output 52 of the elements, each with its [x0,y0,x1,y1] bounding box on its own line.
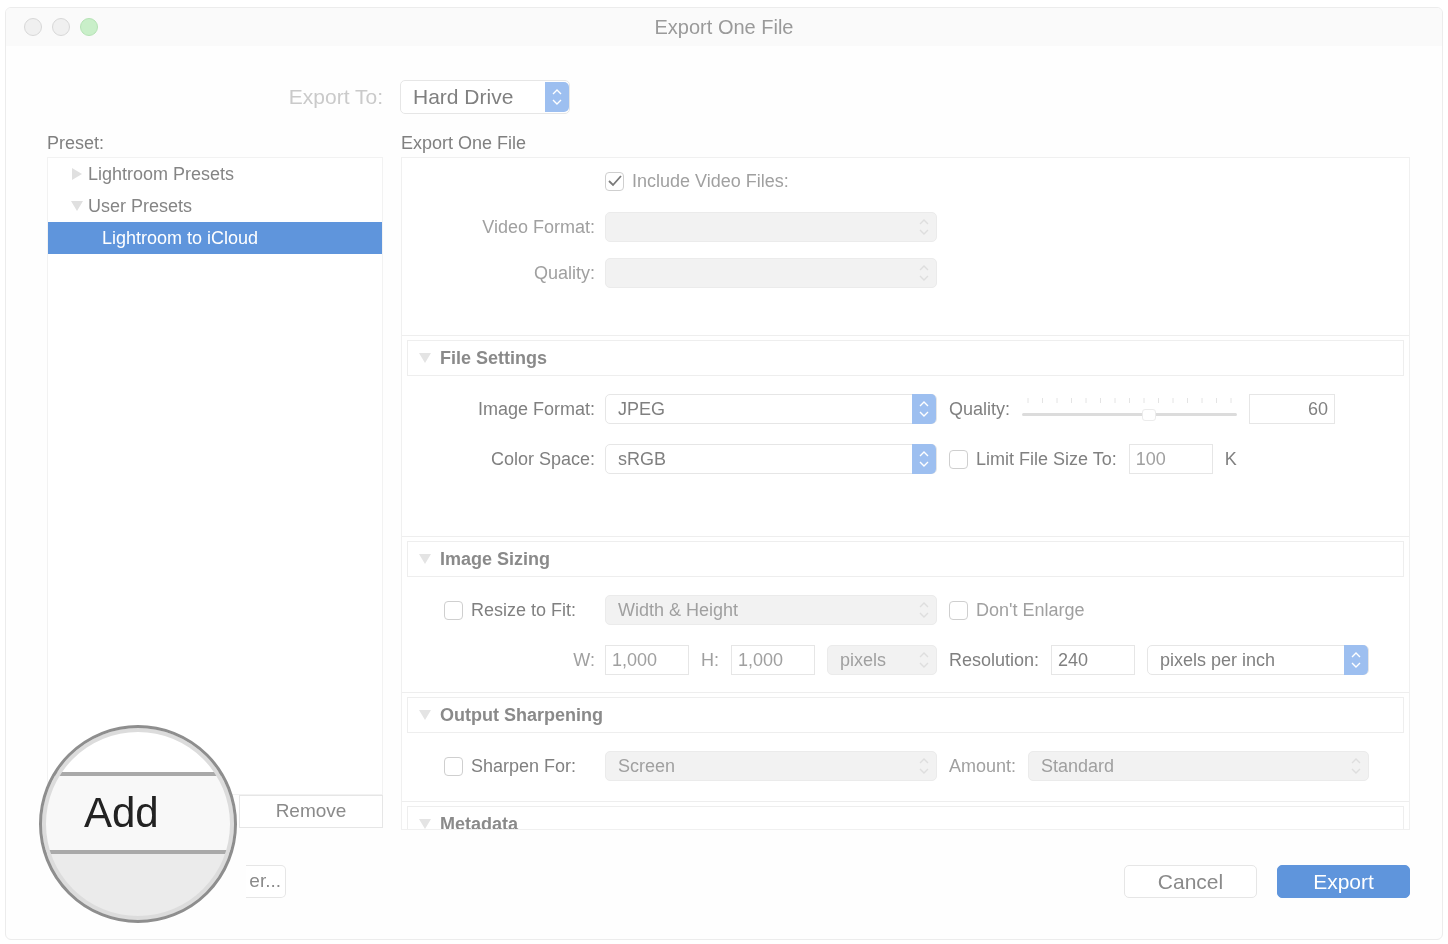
zoom-window-icon[interactable] [80,18,98,36]
section-label: Preset: [47,132,106,155]
field-label: Image Format: [477,397,595,421]
slider-thumb[interactable] [1141,409,1156,421]
checkbox[interactable] [949,449,968,469]
checkbox-label: Resize to Fit: [471,598,577,622]
checkbox-label: Include Video Files: [632,169,789,193]
expanded-triangle-icon [418,351,432,365]
collapsed-triangle-icon [70,167,84,181]
tree-item[interactable]: User Presets [48,190,382,222]
tree-item[interactable]: Lightroom Presets [48,158,382,190]
section-header[interactable]: File Settings [407,340,1404,376]
checkbox-label: Limit File Size To: [976,447,1117,471]
remove-button[interactable]: Remove [239,795,383,828]
close-window-icon[interactable] [24,18,42,36]
section-header[interactable]: Image Sizing [407,541,1404,577]
field-label: Amount: [949,754,1017,778]
manager-button[interactable]: er... [246,865,286,898]
checkbox-label: Don't Enlarge [976,598,1085,622]
checkbox[interactable] [444,600,463,620]
tree-item[interactable]: Lightroom to iCloud [48,222,382,254]
section-label: Export One File [401,132,528,155]
add-button[interactable]: Add [84,792,159,834]
popup-menu[interactable]: sRGB [605,444,937,474]
unit-label: K [1224,447,1237,471]
text-field[interactable]: 240 [1051,645,1136,675]
field-label: Resolution: [949,648,1040,672]
popup-menu[interactable]: Hard Drive [400,80,570,114]
checkbox[interactable] [444,756,463,776]
window-title: Export One File [654,15,794,40]
stepper-icon [919,400,929,418]
stepper-icon [919,450,929,468]
stepper-icon [1351,651,1361,669]
field-label: Quality: [533,261,595,285]
expanded-triangle-icon [418,552,432,566]
field-label: Color Space: [490,447,595,471]
field-label: W: [573,648,595,672]
field-label: Video Format: [482,215,595,239]
popup-menu[interactable]: pixels per inch [1147,645,1369,675]
field-label: H: [701,648,719,672]
stepper-icon [552,88,562,106]
minimize-window-icon[interactable] [52,18,70,36]
export-button[interactable]: Export [1277,865,1410,898]
section-header[interactable]: Output Sharpening [407,697,1404,733]
checkbox-label: Sharpen For: [471,754,577,778]
cancel-button[interactable]: Cancel [1124,865,1257,898]
section-header[interactable]: Metadata [407,806,1404,829]
expanded-triangle-icon [70,199,84,213]
field-label: Quality: [949,397,1011,421]
expanded-triangle-icon [418,708,432,722]
text-field[interactable]: 60 [1249,394,1336,424]
popup-menu[interactable]: JPEG [605,394,937,424]
